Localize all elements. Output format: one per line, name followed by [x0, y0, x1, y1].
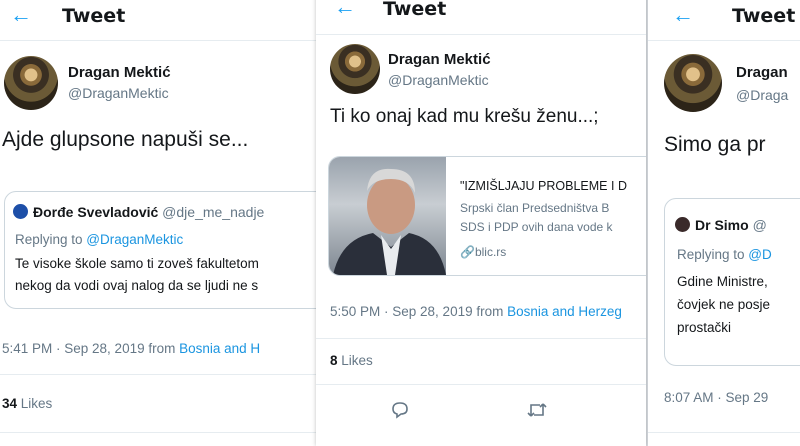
- tweet-panel-1: ← Tweet Dragan Mektić @DraganMektic Ajde…: [0, 0, 318, 446]
- author-name[interactable]: Dragan Mektić: [68, 64, 171, 81]
- quoted-author-name: Đorđe Svevladović: [33, 204, 159, 220]
- card-description-line: SDS i PDP ovih dana vode k: [460, 220, 613, 234]
- avatar-icon: [13, 204, 28, 219]
- divider: [316, 384, 646, 385]
- avatar[interactable]: [330, 44, 380, 94]
- avatar-icon: [675, 217, 690, 232]
- quoted-author-name: Dr Simo: [695, 217, 749, 233]
- timestamp: 5:41 PM · Sep 28, 2019 from Bosnia and H: [2, 341, 260, 356]
- replying-to: Replying to @DraganMektic: [15, 232, 183, 247]
- author-handle[interactable]: @Draga: [736, 87, 788, 103]
- retweet-icon[interactable]: [526, 400, 548, 425]
- replying-to-handle[interactable]: @DraganMektic: [86, 232, 183, 247]
- header-title: Tweet: [383, 0, 447, 20]
- back-arrow-icon[interactable]: ←: [334, 0, 356, 20]
- likes-number: 34: [2, 396, 18, 411]
- likes-count[interactable]: 34 Likes: [2, 396, 52, 411]
- back-arrow-icon[interactable]: ←: [10, 2, 32, 28]
- back-arrow-icon[interactable]: ←: [672, 2, 694, 28]
- timestamp: 5:50 PM · Sep 28, 2019 from Bosnia and H…: [330, 304, 622, 319]
- timestamp-text: 5:41 PM · Sep 28, 2019 from: [2, 341, 180, 356]
- timestamp: 8:07 AM · Sep 29: [664, 390, 769, 405]
- tweet-header: ← Tweet: [0, 0, 318, 41]
- link-icon: 🔗: [460, 245, 475, 259]
- tweet-panel-2: ← Tweet Dragan Mektić @DraganMektic Ti k…: [316, 0, 646, 446]
- quoted-tweet-header: Đorđe Svevladović @dje_me_nadje: [13, 204, 264, 220]
- likes-label: Likes: [341, 353, 373, 368]
- location-link[interactable]: Bosnia and H: [179, 341, 260, 356]
- author-handle[interactable]: @DraganMektic: [68, 85, 169, 101]
- tweet-panel-3: ← Tweet Dragan @Draga Simo ga pr Dr Simo…: [648, 0, 800, 446]
- quoted-text-line: Gdine Ministre,: [677, 274, 768, 289]
- timestamp-text: 5:50 PM · Sep 28, 2019 from: [330, 304, 508, 319]
- quoted-text-line: nekog da vodi ovaj nalog da se ljudi ne …: [15, 278, 259, 293]
- divider: [0, 432, 318, 433]
- card-title: "IZMIŠLJAJU PROBLEME I D: [460, 179, 627, 193]
- person-photo-icon: [333, 168, 446, 275]
- tweet-header: ← Tweet: [648, 0, 800, 41]
- author-name[interactable]: Dragan: [736, 64, 788, 81]
- likes-label: Likes: [20, 396, 53, 411]
- tweet-text: Ti ko onaj kad mu krešu ženu...;: [330, 106, 599, 127]
- quoted-text-line: čovjek ne posje: [677, 297, 771, 312]
- author-handle[interactable]: @DraganMektic: [388, 72, 489, 88]
- divider: [0, 374, 318, 375]
- header-title: Tweet: [62, 5, 126, 27]
- replying-to: Replying to @D: [677, 247, 772, 262]
- author-name[interactable]: Dragan Mektić: [388, 51, 491, 68]
- card-description-line: Srpski član Predsedništva B: [460, 201, 610, 215]
- replying-to-handle[interactable]: @D: [748, 247, 771, 262]
- avatar[interactable]: [664, 54, 722, 112]
- location-link[interactable]: Bosnia and Herzeg: [507, 304, 622, 319]
- link-card[interactable]: "IZMIŠLJAJU PROBLEME I D Srpski član Pre…: [328, 156, 646, 276]
- quoted-tweet[interactable]: Đorđe Svevladović @dje_me_nadje Replying…: [4, 191, 318, 309]
- divider: [648, 432, 800, 433]
- tweet-header: ← Tweet: [316, 0, 646, 35]
- card-domain: blic.rs: [474, 245, 507, 259]
- replying-to-prefix: Replying to: [15, 232, 87, 247]
- replying-to-prefix: Replying to: [677, 247, 749, 262]
- card-link[interactable]: 🔗blic.rs: [460, 245, 506, 259]
- header-title: Tweet: [732, 5, 796, 27]
- avatar[interactable]: [4, 56, 58, 110]
- quoted-text-line: Te visoke škole samo ti zoveš fakultetom: [15, 256, 259, 271]
- tweet-text: Ajde glupsone napuši se...: [2, 128, 249, 151]
- card-image: [329, 157, 446, 275]
- quoted-author-handle: @dje_me_nadje: [162, 204, 265, 220]
- quoted-tweet[interactable]: Dr Simo @ Replying to @D Gdine Ministre,…: [664, 198, 800, 366]
- quoted-tweet-header: Dr Simo @: [675, 217, 767, 233]
- tweet-text: Simo ga pr: [664, 133, 766, 156]
- quoted-author-handle: @: [752, 217, 767, 233]
- likes-number: 8: [330, 353, 338, 368]
- divider: [316, 338, 646, 339]
- reply-icon[interactable]: [390, 400, 410, 425]
- quoted-text-line: prostački: [677, 320, 732, 335]
- likes-count[interactable]: 8 Likes: [330, 353, 373, 368]
